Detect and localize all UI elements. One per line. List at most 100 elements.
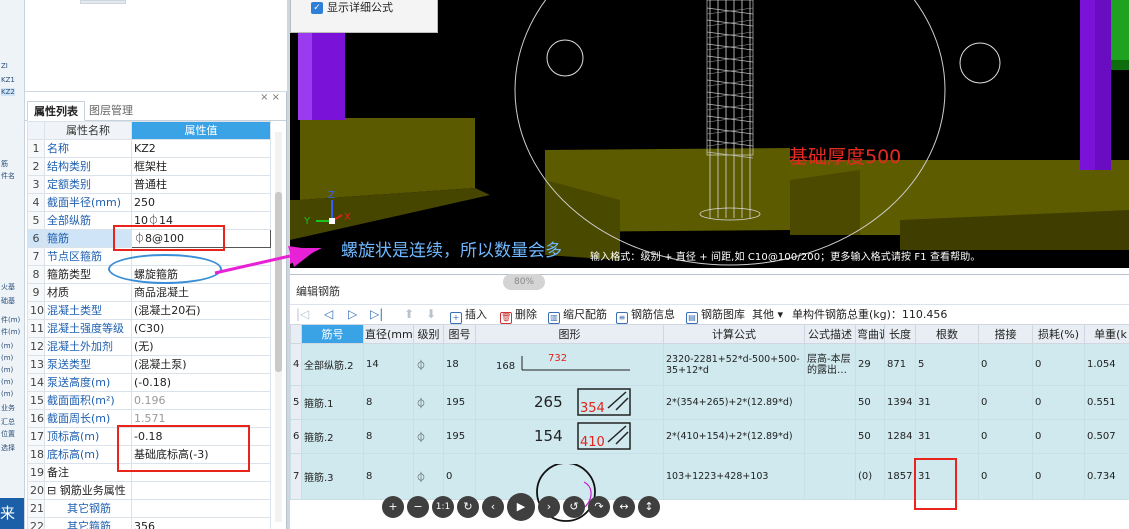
zoom-out-button[interactable]: − — [407, 496, 429, 518]
strip-item[interactable]: 件(m) — [1, 328, 20, 336]
rebar-count[interactable]: 31 — [915, 419, 979, 454]
rebar-info-button[interactable]: ≡ 钢筋信息 — [616, 307, 675, 324]
rebar-library-button[interactable]: ▤ 钢筋图库 — [686, 307, 745, 324]
property-row[interactable]: 12 混凝土外加剂 (无) — [27, 337, 271, 356]
rebar-grade[interactable]: ⏀ — [413, 453, 444, 500]
property-row[interactable]: 9 材质 商品混凝土 — [27, 283, 271, 302]
rebar-count[interactable]: 31 — [915, 385, 979, 420]
strip-item[interactable]: 火基 — [1, 283, 15, 291]
rebar-shape[interactable]: 168 732 — [475, 343, 664, 386]
rebar-shape[interactable]: 265 354 — [475, 385, 664, 420]
strip-item[interactable]: (m) — [1, 378, 13, 386]
rebar-formula[interactable]: 2*(354+265)+2*(12.89*d) — [663, 385, 805, 420]
rebar-diameter[interactable]: 14 — [363, 343, 414, 386]
prev-record-icon[interactable]: ◁ — [324, 307, 333, 322]
other-menu[interactable]: 其他 ▾ — [752, 307, 783, 322]
rebar-loss[interactable]: 0 — [1032, 419, 1085, 454]
next-record-icon[interactable]: ▷ — [348, 307, 357, 322]
property-row[interactable]: 20 ⊟ 钢筋业务属性 — [27, 481, 271, 500]
property-row[interactable]: 10 混凝土类型 (混凝土20石) — [27, 301, 271, 320]
tab-layer-management[interactable]: 图层管理 — [83, 101, 139, 121]
tab-property-list[interactable]: 属性列表 — [27, 101, 85, 121]
rotate-button[interactable]: ↻ — [457, 496, 479, 518]
rebar-grade[interactable]: ⏀ — [413, 419, 444, 454]
rebar-row-num[interactable]: 4 — [290, 343, 302, 386]
move-down-icon[interactable]: ⬇ — [426, 307, 436, 322]
rebar-name[interactable]: 全部纵筋.2 — [301, 343, 364, 386]
strip-item[interactable]: 础基 — [1, 297, 15, 305]
rebar-unit-weight[interactable]: 0.507 — [1084, 419, 1129, 454]
property-value[interactable]: 250 — [131, 193, 271, 212]
rebar-shape[interactable]: 154 410 — [475, 419, 664, 454]
rebar-diameter[interactable]: 8 — [363, 419, 414, 454]
rotate-left-button[interactable]: ↺ — [563, 496, 585, 518]
show-detail-checkbox[interactable]: ✓ — [311, 2, 323, 14]
rebar-figure-number[interactable]: 195 — [443, 385, 476, 420]
rebar-formula-description[interactable] — [804, 419, 856, 454]
actual-size-button[interactable]: 1:1 — [432, 496, 454, 518]
property-value[interactable]: KZ2 — [131, 139, 271, 158]
property-value[interactable]: 框架柱 — [131, 157, 271, 176]
first-record-icon[interactable]: |◁ — [296, 307, 309, 322]
rebar-grade[interactable]: ⏀ — [413, 385, 444, 420]
panel-scrollbar[interactable] — [275, 132, 282, 522]
rebar-row-num[interactable]: 7 — [290, 453, 302, 500]
rebar-length[interactable]: 1857 — [884, 453, 916, 500]
strip-item[interactable]: (m) — [1, 342, 13, 350]
property-row[interactable]: 13 泵送类型 (混凝土泵) — [27, 355, 271, 374]
rebar-row[interactable]: 7 箍筋.3 8 ⏀ 0 103+1223+428+103 (0) 1857 31 0 0 0.734 — [290, 453, 1129, 500]
3d-viewport[interactable]: Z Y X ✓ 显示详细公式 基础厚度500 螺旋状是连续，所以数量会多 输入格… — [290, 0, 1129, 268]
previous-button[interactable]: ‹ — [482, 496, 504, 518]
strip-item[interactable]: 筋 — [1, 160, 8, 168]
property-row[interactable]: 2 结构类别 框架柱 — [27, 157, 271, 176]
strip-item[interactable]: 件名 — [1, 172, 15, 180]
property-value[interactable]: (-0.18) — [131, 373, 271, 392]
rebar-figure-number[interactable]: 0 — [443, 453, 476, 500]
list-selection-stub[interactable] — [80, 0, 126, 4]
property-value[interactable]: (C30) — [131, 319, 271, 338]
zoom-in-button[interactable]: + — [382, 496, 404, 518]
rebar-loss[interactable]: 0 — [1032, 453, 1085, 500]
rebar-lap[interactable]: 0 — [978, 419, 1033, 454]
rebar-formula[interactable]: 2*(410+154)+2*(12.89*d) — [663, 419, 805, 454]
property-row[interactable]: 14 泵送高度(m) (-0.18) — [27, 373, 271, 392]
strip-item[interactable]: 业务 — [1, 404, 15, 412]
rebar-figure-number[interactable]: 18 — [443, 343, 476, 386]
play-button[interactable]: ▶ — [507, 493, 535, 521]
rebar-bend-adjust[interactable]: (0) — [855, 453, 885, 500]
next-button[interactable]: › — [538, 496, 560, 518]
rebar-loss[interactable]: 0 — [1032, 343, 1085, 386]
strip-item[interactable]: (m) — [1, 354, 13, 362]
property-value[interactable]: 普通柱 — [131, 175, 271, 194]
property-value[interactable]: 商品混凝土 — [131, 283, 271, 302]
rebar-loss[interactable]: 0 — [1032, 385, 1085, 420]
property-row[interactable]: 4 截面半径(mm) 250 — [27, 193, 271, 212]
rebar-row[interactable]: 4 全部纵筋.2 14 ⏀ 18 168 732 2320-2281+52*d-500+500… — [290, 343, 1129, 386]
property-row[interactable]: 22 其它箍筋 356 — [27, 517, 271, 529]
move-up-icon[interactable]: ⬆ — [404, 307, 414, 322]
rotate-right-button[interactable]: ↷ — [588, 496, 610, 518]
property-value[interactable] — [131, 499, 271, 518]
rebar-diameter[interactable]: 8 — [363, 385, 414, 420]
strip-item[interactable]: KZ1 — [1, 76, 15, 84]
rebar-formula-description[interactable]: 层高-本层的露出… — [804, 343, 856, 386]
strip-item[interactable]: 选择 — [1, 444, 15, 452]
insert-button[interactable]: + 插入 — [450, 307, 487, 324]
rebar-length[interactable]: 871 — [884, 343, 916, 386]
rebar-bend-adjust[interactable]: 50 — [855, 385, 885, 420]
rebar-name[interactable]: 箍筋.1 — [301, 385, 364, 420]
rebar-count[interactable]: 5 — [915, 343, 979, 386]
rebar-lap[interactable]: 0 — [978, 343, 1033, 386]
strip-item[interactable]: 汇总 — [1, 418, 15, 426]
last-record-icon[interactable]: ▷| — [370, 307, 383, 322]
rebar-unit-weight[interactable]: 1.054 — [1084, 343, 1129, 386]
delete-button[interactable]: 🗑 删除 — [500, 307, 537, 324]
rebar-unit-weight[interactable]: 0.734 — [1084, 453, 1129, 500]
flip-horizontal-button[interactable]: ↔ — [613, 496, 635, 518]
rebar-row-num[interactable]: 5 — [290, 385, 302, 420]
property-value[interactable]: (混凝土泵) — [131, 355, 271, 374]
rebar-formula[interactable]: 2320-2281+52*d-500+500-35+12*d — [663, 343, 805, 386]
rebar-diameter[interactable]: 8 — [363, 453, 414, 500]
show-detail-label[interactable]: 显示详细公式 — [327, 0, 393, 16]
scrollbar-thumb[interactable] — [275, 192, 282, 372]
